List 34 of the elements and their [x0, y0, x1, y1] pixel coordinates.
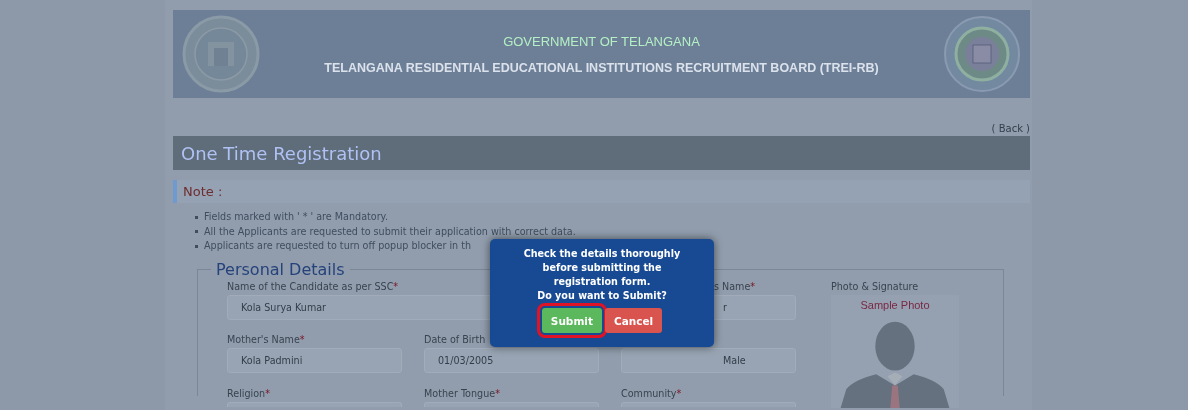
header-title: GOVERNMENT OF TELANGANA: [503, 33, 700, 49]
header-subtitle: TELANGANA RESIDENTIAL EDUCATIONAL INSTITUTIONS RECRUITMENT BOARD (TREI-RB): [324, 60, 879, 75]
bullet-icon: [195, 244, 198, 248]
note-heading: Note :: [173, 180, 1030, 203]
cancel-button[interactable]: Cancel: [604, 308, 663, 333]
field-label: Mother's Name: [227, 334, 300, 346]
note-text: All the Applicants are requested to submit their application with correct data.: [204, 224, 576, 239]
bullet-icon: [195, 230, 198, 234]
note-text: Applicants are requested to turn off popup blocker in th: [204, 239, 472, 253]
required-mark: *: [495, 387, 500, 399]
field-label: Mother Tongue: [424, 387, 496, 399]
field-label: Photo & Signature: [831, 280, 920, 293]
required-mark: *: [265, 387, 270, 399]
required-mark: *: [676, 387, 682, 399]
field-label: Religion: [227, 387, 266, 399]
bullet-icon: [195, 215, 198, 219]
state-emblem-icon: [181, 14, 261, 94]
field-label: Community: [621, 387, 677, 399]
photo-caption: Sample Photo: [860, 298, 930, 311]
field-label: s Name: [714, 280, 751, 292]
dialog-message: Check the details thoroughly before submitting the registration form.: [522, 247, 682, 289]
required-mark: *: [393, 280, 399, 292]
page-title: One Time Registration: [173, 136, 1030, 170]
note-text: Fields marked with ' * ' are Mandatory.: [204, 210, 388, 224]
input-field[interactable]: Kola Padmini: [227, 348, 402, 374]
required-mark: *: [299, 334, 305, 346]
field-label: Date of Birth: [424, 334, 486, 346]
required-mark: *: [750, 280, 756, 292]
back-link[interactable]: ( Back ): [173, 123, 1030, 136]
field-label: Name of the Candidate as per SSC: [227, 280, 394, 292]
input-field[interactable]: 01/03/2005: [424, 348, 599, 374]
input-field[interactable]: Male: [621, 348, 796, 374]
section-legend: Personal Details: [211, 259, 350, 279]
board-emblem-icon: [942, 14, 1022, 94]
